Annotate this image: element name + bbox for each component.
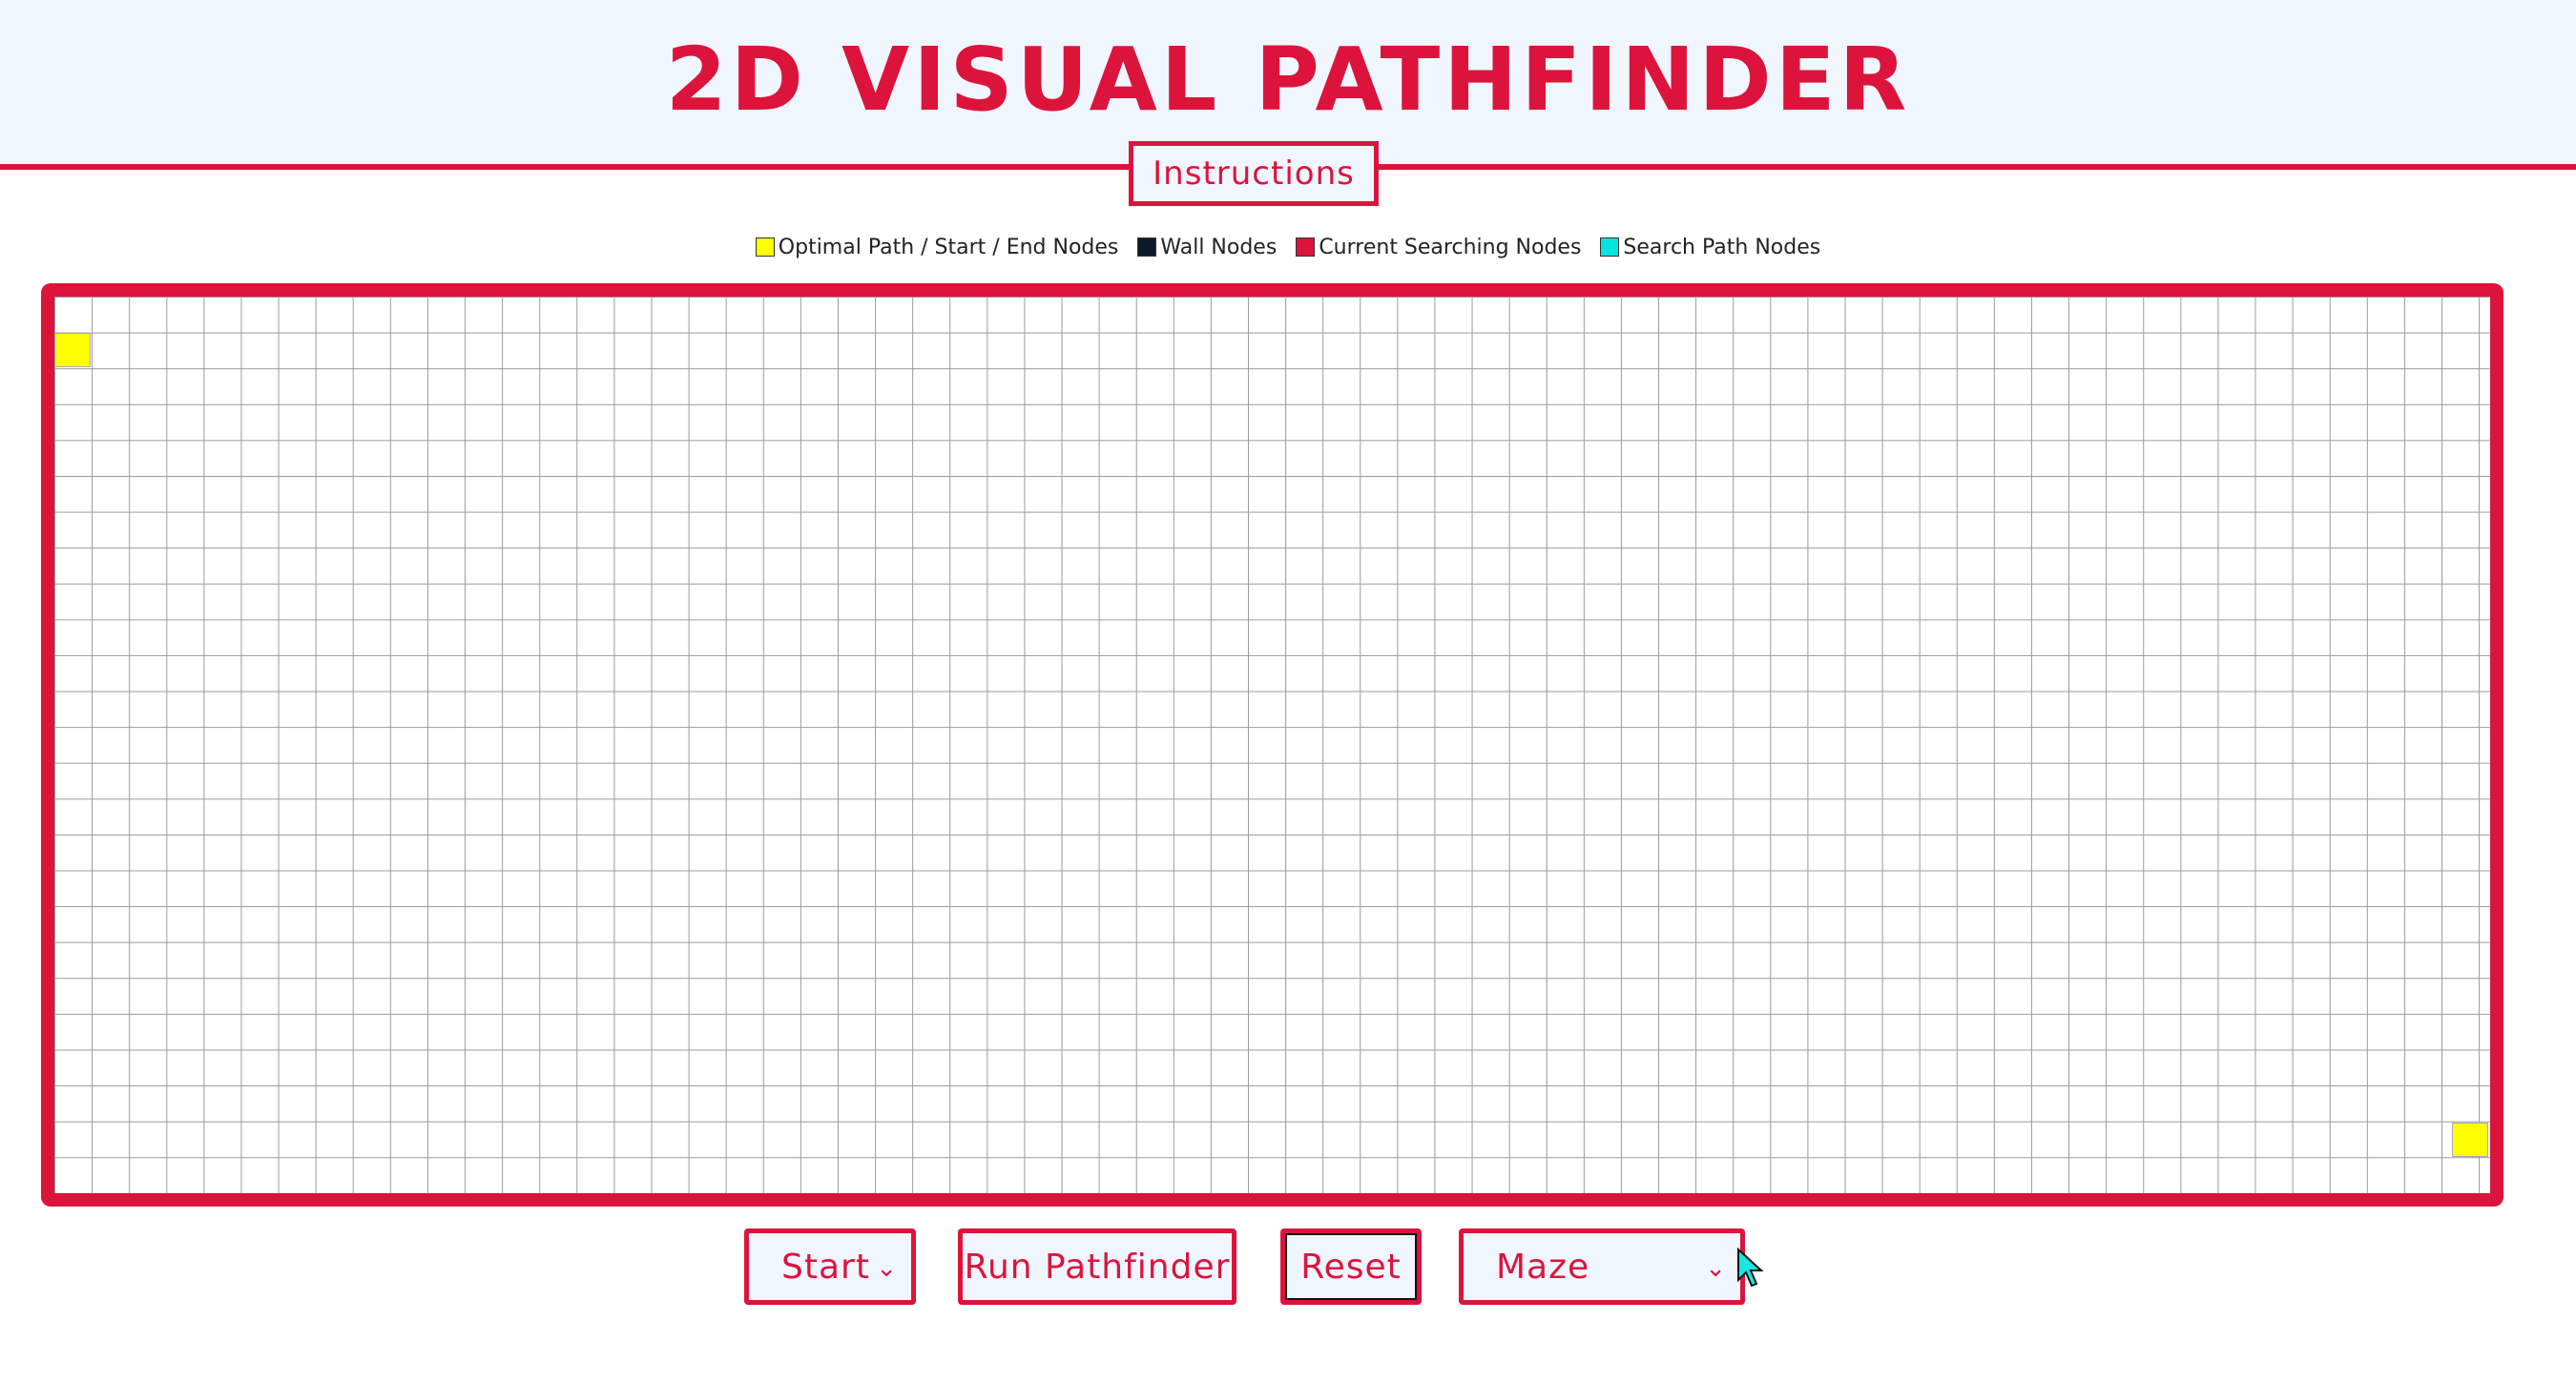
start-node[interactable]	[54, 333, 91, 367]
algorithm-select[interactable]: Start ⌄	[744, 1228, 916, 1305]
reset-label: Reset	[1300, 1247, 1402, 1287]
legend-item-wall: Wall Nodes	[1137, 236, 1277, 259]
legend-item-optimal: Optimal Path / Start / End Nodes	[755, 235, 1119, 259]
control-bar: Start ⌄ Run Pathfinder Reset Maze ⌄	[0, 1228, 2576, 1305]
chevron-down-icon: ⌄	[1705, 1254, 1727, 1283]
run-pathfinder-label: Run Pathfinder	[964, 1247, 1231, 1287]
run-pathfinder-button[interactable]: Run Pathfinder	[958, 1228, 1236, 1305]
maze-select-value: Maze	[1496, 1247, 1590, 1287]
legend-swatch-optimal	[755, 237, 775, 257]
legend-swatch-search	[1600, 237, 1620, 257]
reset-button[interactable]: Reset	[1280, 1228, 1422, 1305]
legend-swatch-wall	[1137, 237, 1157, 257]
legend: Optimal Path / Start / End Nodes Wall No…	[0, 233, 2576, 261]
end-node[interactable]	[2452, 1123, 2488, 1157]
grid-cells[interactable]	[54, 297, 2490, 1193]
instructions-button[interactable]: Instructions	[1129, 141, 1379, 206]
legend-label-optimal: Optimal Path / Start / End Nodes	[778, 235, 1119, 259]
algorithm-select-value: Start	[781, 1247, 870, 1287]
chevron-down-icon: ⌄	[876, 1254, 898, 1283]
maze-select[interactable]: Maze ⌄	[1459, 1228, 1745, 1305]
legend-label-current: Current Searching Nodes	[1319, 235, 1582, 259]
legend-label-wall: Wall Nodes	[1160, 235, 1278, 259]
pathfinder-grid[interactable]	[41, 283, 2503, 1207]
mouse-cursor-icon	[1737, 1248, 1764, 1288]
legend-label-search: Search Path Nodes	[1623, 235, 1821, 259]
legend-item-search: Search Path Nodes	[1600, 236, 1820, 259]
page-title: 2D VISUAL PATHFINDER	[665, 29, 1911, 131]
legend-item-current: Current Searching Nodes	[1296, 236, 1581, 259]
legend-swatch-current	[1296, 237, 1316, 257]
